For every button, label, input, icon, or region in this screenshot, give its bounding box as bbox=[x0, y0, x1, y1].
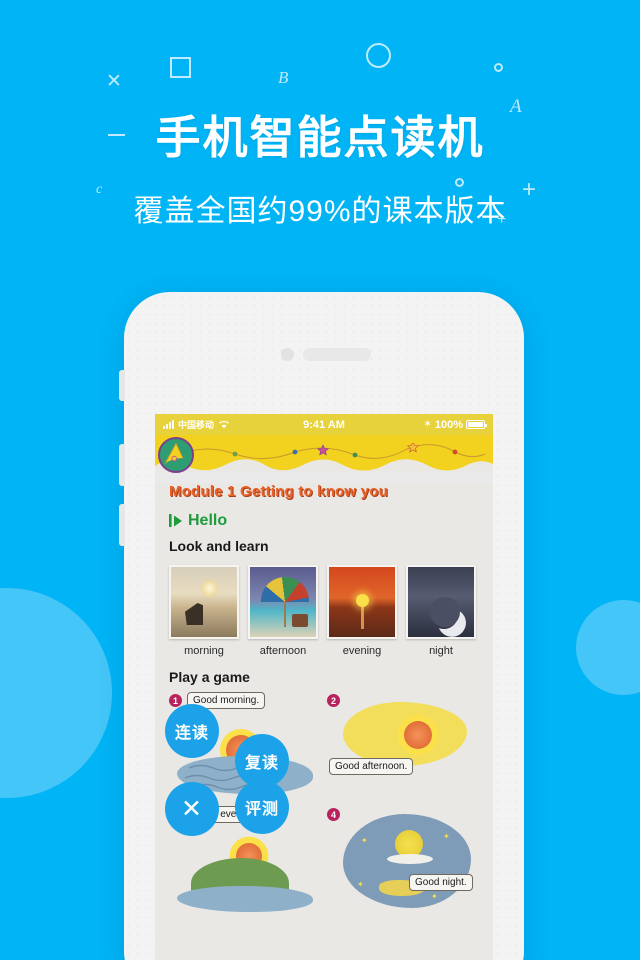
photo-item-morning[interactable]: morning bbox=[169, 565, 239, 657]
hello-label: Hello bbox=[188, 512, 228, 529]
game-item-2[interactable]: 2 Good afternoon. bbox=[327, 692, 479, 802]
photo-item-afternoon[interactable]: afternoon bbox=[248, 565, 318, 657]
look-and-learn-heading: Look and learn bbox=[169, 538, 269, 554]
evaluate-button[interactable]: 评测 bbox=[235, 780, 289, 834]
front-camera-icon bbox=[281, 348, 294, 361]
signal-bars-icon bbox=[163, 420, 174, 429]
module-title: Module 1 Getting to know you bbox=[169, 483, 388, 500]
speech-bubble: Good night. bbox=[409, 874, 473, 891]
battery-percent-label: 100% bbox=[434, 418, 463, 431]
photo-item-evening[interactable]: evening bbox=[327, 565, 397, 657]
status-bar: 中国移动 9:41 AM ✶ 100% bbox=[155, 414, 493, 435]
game-item-4[interactable]: 4 ✦ ✦ ✦ ✦ ✦ Good night. bbox=[327, 806, 479, 916]
small-circle-decoration-icon bbox=[494, 63, 503, 72]
afternoon-photo bbox=[248, 565, 318, 639]
evening-photo bbox=[327, 565, 397, 639]
photo-caption: evening bbox=[342, 645, 382, 657]
volume-up-button[interactable] bbox=[119, 444, 125, 486]
night-photo bbox=[406, 565, 476, 639]
x-mark-decoration-icon: ✕ bbox=[106, 71, 122, 92]
photo-row: morning afternoon evening night bbox=[169, 565, 479, 657]
play-a-game-heading: Play a game bbox=[169, 669, 250, 685]
speech-bubble: Good afternoon. bbox=[329, 758, 414, 775]
water-art bbox=[177, 886, 313, 912]
item-number-badge: 4 bbox=[327, 808, 340, 821]
morning-photo bbox=[169, 565, 239, 639]
circle-outline-decoration-icon bbox=[366, 43, 391, 68]
status-bar-left: 中国移动 bbox=[163, 418, 303, 431]
earpiece-speaker bbox=[303, 348, 371, 361]
hello-section-header: Hello bbox=[169, 512, 479, 530]
sun-face-art bbox=[404, 721, 432, 749]
textbook-logo-icon bbox=[158, 437, 194, 473]
photo-item-night[interactable]: night bbox=[406, 565, 476, 657]
page-title: 手机智能点读机 bbox=[155, 112, 485, 163]
photo-caption: afternoon bbox=[259, 645, 307, 657]
carrier-label: 中国移动 bbox=[178, 420, 215, 430]
textbook-banner bbox=[155, 435, 493, 473]
bluetooth-icon: ✶ bbox=[423, 419, 432, 430]
wifi-icon bbox=[218, 421, 230, 429]
letter-b-decoration-icon: B bbox=[278, 68, 289, 87]
photo-caption: morning bbox=[184, 645, 224, 657]
square-outline-decoration-icon bbox=[170, 57, 191, 78]
continuous-read-button[interactable]: 连读 bbox=[165, 704, 219, 758]
page-subtitle: 覆盖全国约99%的课本版本 bbox=[133, 194, 507, 228]
battery-full-icon bbox=[466, 420, 487, 429]
close-button[interactable]: ✕ bbox=[165, 782, 219, 836]
phone-screen: 中国移动 9:41 AM ✶ 100% Module 1 Getting to … bbox=[155, 414, 493, 960]
background-circle-left bbox=[0, 588, 112, 798]
item-number-badge: 1 bbox=[169, 694, 182, 707]
photo-caption: night bbox=[429, 645, 453, 657]
status-bar-clock: 9:41 AM bbox=[303, 418, 345, 431]
volume-down-button[interactable] bbox=[119, 504, 125, 546]
banner-curve-line bbox=[174, 443, 486, 459]
hero-text-block: 手机智能点读机 覆盖全国约99%的课本版本 bbox=[0, 112, 640, 230]
item-number-badge: 2 bbox=[327, 694, 340, 707]
phone-mockup: 中国移动 9:41 AM ✶ 100% Module 1 Getting to … bbox=[119, 292, 524, 960]
play-triangle-icon[interactable] bbox=[169, 513, 185, 528]
status-bar-right: ✶ 100% bbox=[345, 418, 487, 431]
cloud-pillow-art bbox=[387, 854, 433, 864]
background-circle-right bbox=[576, 600, 640, 695]
mute-switch-button[interactable] bbox=[119, 370, 125, 401]
